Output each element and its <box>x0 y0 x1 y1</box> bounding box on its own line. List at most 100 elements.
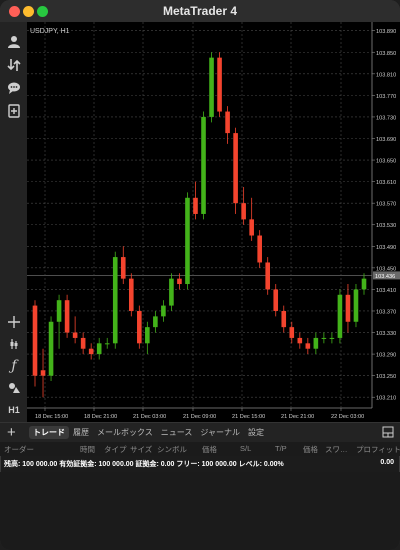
candle <box>112 251 118 349</box>
col-size[interactable]: サイズ <box>130 444 152 455</box>
terminal-tab-bar: + トレード 履歴 メールボックス ニュース ジャーナル 設定 <box>0 422 400 443</box>
objects-icon[interactable] <box>4 378 24 398</box>
candle <box>257 230 262 268</box>
tab-news[interactable]: ニュース <box>157 426 197 439</box>
add-icon[interactable]: + <box>7 424 16 441</box>
candle-body <box>297 337 303 344</box>
function-icon[interactable]: ƒ <box>4 356 24 376</box>
price-label: 103.890 <box>376 29 396 35</box>
left-toolbar: ƒ H1 <box>0 22 28 422</box>
candle <box>233 127 238 214</box>
time-label: 21 Dec 21:00 <box>281 414 314 420</box>
candle-body <box>281 310 287 328</box>
price-label: 103.530 <box>376 223 396 229</box>
candle <box>337 289 343 344</box>
candle <box>128 273 134 317</box>
col-tp[interactable]: T/P <box>275 444 287 453</box>
time-label: 21 Dec 09:00 <box>183 414 216 420</box>
candle <box>185 192 190 290</box>
trade-list-area[interactable] <box>0 472 400 550</box>
col-profit[interactable]: プロフィット <box>356 444 400 455</box>
timeframe-button[interactable]: H1 <box>4 400 24 420</box>
price-label: 103.810 <box>376 72 396 78</box>
price-label: 103.690 <box>376 137 396 143</box>
tab-journal[interactable]: ジャーナル <box>196 426 244 439</box>
metatrader-window: MetaTrader 4 ƒ H1 103.890 103.850 103.81… <box>0 0 400 550</box>
candle-body <box>120 257 126 279</box>
new-order-icon[interactable] <box>4 101 24 121</box>
col-type[interactable]: タイプ <box>104 444 127 455</box>
candle-body <box>241 203 246 220</box>
col-price[interactable]: 価格 <box>202 444 217 455</box>
col-symbol[interactable]: シンボル <box>157 444 187 455</box>
price-chart[interactable]: 103.890 103.850 103.810 103.770 103.730 103.6… <box>27 22 400 422</box>
balance-total: 0.00 <box>380 459 394 466</box>
price-label: 103.210 <box>376 396 396 402</box>
candle-body <box>313 337 319 349</box>
symbol-label: USDJPY, H1 <box>30 28 70 35</box>
candle-body <box>249 219 254 236</box>
tab-mailbox[interactable]: メールボックス <box>93 426 157 439</box>
time-label: 22 Dec 03:00 <box>331 414 364 420</box>
candle-body <box>209 57 214 117</box>
candle-body <box>64 300 70 333</box>
timeframe-label: H1 <box>8 405 20 415</box>
candle-body <box>233 133 238 204</box>
tab-settings[interactable]: 設定 <box>244 426 268 439</box>
price-label: 103.370 <box>376 309 396 315</box>
chat-icon[interactable] <box>4 78 24 98</box>
candle-body <box>112 257 118 344</box>
col-swap[interactable]: スワ… <box>325 444 348 455</box>
price-label: 103.570 <box>376 202 396 208</box>
col-sl[interactable]: S/L <box>240 444 251 453</box>
crosshair-icon[interactable] <box>4 312 24 332</box>
candle-body <box>104 343 110 345</box>
candle-body <box>185 197 190 285</box>
price-label: 103.650 <box>376 159 396 165</box>
title-bar: MetaTrader 4 <box>0 0 400 23</box>
price-label: 103.410 <box>376 288 396 294</box>
candle-body <box>337 294 343 338</box>
indicators-icon[interactable] <box>4 334 24 354</box>
candle-body <box>137 310 142 344</box>
accounts-icon[interactable] <box>4 32 24 52</box>
trade-table-header: オーダー 時間 タイプ サイズ シンボル 価格 S/L T/P 価格 スワ… プ… <box>0 442 400 456</box>
terminal-tabs: トレード 履歴 メールボックス ニュース ジャーナル 設定 <box>29 426 268 439</box>
tab-trade[interactable]: トレード <box>29 426 69 439</box>
candle-body <box>88 348 94 355</box>
candle-body <box>161 305 166 317</box>
candle-body <box>345 294 351 322</box>
trade-icon[interactable] <box>4 55 24 75</box>
price-label: 103.850 <box>376 51 396 57</box>
candle <box>137 305 142 349</box>
candle <box>265 257 271 295</box>
tab-history[interactable]: 履歴 <box>69 426 93 439</box>
layout-icon[interactable] <box>382 426 394 441</box>
col-current-price[interactable]: 価格 <box>303 444 318 455</box>
candle-body <box>321 337 327 339</box>
candle-body <box>169 278 174 306</box>
window-title: MetaTrader 4 <box>162 4 238 18</box>
candle <box>32 300 38 387</box>
candle-body <box>32 305 38 376</box>
balance-row: 残高: 100 000.00 有効証拠金: 100 000.00 証拠金: 0.… <box>0 458 400 470</box>
time-label: 21 Dec 03:00 <box>133 414 166 420</box>
candle-body <box>361 278 367 290</box>
candle-body <box>153 316 158 328</box>
candle <box>48 316 54 382</box>
candle-body <box>145 327 150 344</box>
time-label: 18 Dec 15:00 <box>35 414 68 420</box>
candle <box>169 273 174 311</box>
price-label: 103.250 <box>376 374 396 380</box>
price-label: 103.730 <box>376 115 396 121</box>
candle-body <box>329 337 335 339</box>
col-time[interactable]: 時間 <box>80 444 95 455</box>
candle <box>217 52 222 117</box>
col-order[interactable]: オーダー <box>4 444 34 455</box>
candle <box>209 52 214 123</box>
candle-body <box>48 321 54 376</box>
candle-body <box>225 111 230 134</box>
price-label: 103.610 <box>376 180 396 186</box>
time-label: 18 Dec 21:00 <box>84 414 117 420</box>
chart-canvas[interactable]: 103.890 103.850 103.810 103.770 103.730 103.6… <box>27 22 400 422</box>
